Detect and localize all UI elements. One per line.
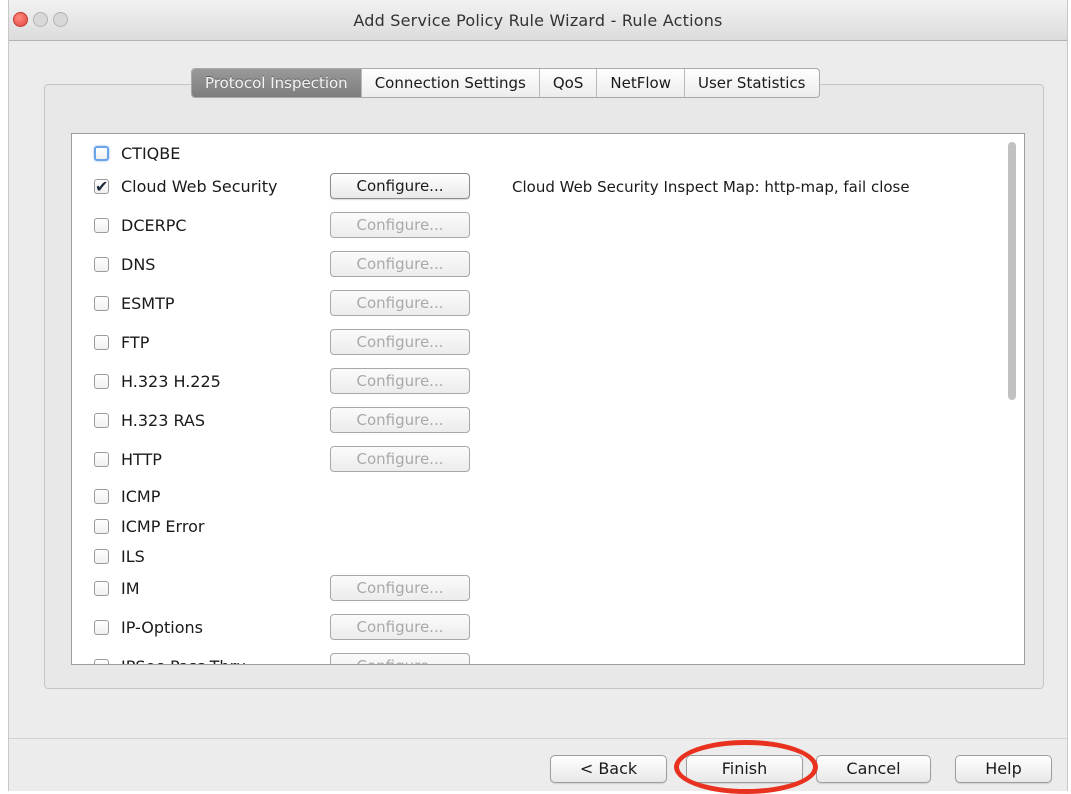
inspection-checkbox[interactable] xyxy=(94,257,109,272)
inspection-label: ICMP xyxy=(121,487,161,506)
inspection-checkbox[interactable] xyxy=(94,335,109,350)
inspection-checkbox[interactable] xyxy=(94,581,109,596)
inspection-label: DNS xyxy=(121,255,156,274)
tab-protocol-inspection[interactable]: Protocol Inspection xyxy=(192,69,361,97)
back-button[interactable]: < Back xyxy=(550,755,667,783)
inspection-checkbox[interactable] xyxy=(94,218,109,233)
inspection-row: H.323 RAS Configure... xyxy=(72,407,1024,437)
inspection-row: CTIQBE xyxy=(72,140,1024,170)
inspection-label: IPSec-Pass-Thru xyxy=(121,657,246,664)
inspection-row: DNS Configure... xyxy=(72,251,1024,281)
configure-button[interactable]: Configure... xyxy=(330,368,470,394)
configure-button[interactable]: Configure... xyxy=(330,614,470,640)
inspection-checkbox[interactable] xyxy=(94,620,109,635)
inspection-checkbox[interactable] xyxy=(94,374,109,389)
tab-user-statistics[interactable]: User Statistics xyxy=(683,69,819,97)
inspection-label: CTIQBE xyxy=(121,144,181,163)
inspection-label: ICMP Error xyxy=(121,517,205,536)
vertical-scrollbar-thumb[interactable] xyxy=(1008,142,1016,400)
inspection-label: DCERPC xyxy=(121,216,187,235)
inspection-row: IP-Options Configure... xyxy=(72,614,1024,644)
inspection-label: FTP xyxy=(121,333,150,352)
configure-button[interactable]: Configure... xyxy=(330,173,470,199)
inspection-label: ESMTP xyxy=(121,294,175,313)
configure-button[interactable]: Configure... xyxy=(330,329,470,355)
configure-button[interactable]: Configure... xyxy=(330,251,470,277)
inspection-row: ICMP xyxy=(72,483,1024,513)
button-bar-divider xyxy=(9,738,1067,739)
tab-connection-settings[interactable]: Connection Settings xyxy=(360,69,539,97)
configure-button[interactable]: Configure... xyxy=(330,653,470,664)
inspection-row: IM Configure... xyxy=(72,575,1024,605)
inspection-checkbox[interactable] xyxy=(94,452,109,467)
inspection-label: H.323 RAS xyxy=(121,411,206,430)
help-button[interactable]: Help xyxy=(955,755,1052,783)
tab-bar: Protocol Inspection Connection Settings … xyxy=(191,68,820,98)
inspection-row: IPSec-Pass-Thru Configure... xyxy=(72,653,1024,664)
tab-netflow[interactable]: NetFlow xyxy=(596,69,684,97)
inspection-label: HTTP xyxy=(121,450,162,469)
inspection-label: IP-Options xyxy=(121,618,203,637)
wizard-window: Add Service Policy Rule Wizard - Rule Ac… xyxy=(8,0,1068,794)
inspection-label: H.323 H.225 xyxy=(121,372,221,391)
inspection-checkbox[interactable] xyxy=(94,296,109,311)
cancel-button[interactable]: Cancel xyxy=(816,755,931,783)
inspection-checkbox[interactable] xyxy=(94,413,109,428)
inspection-label: Cloud Web Security xyxy=(121,177,278,196)
inspection-row: FTP Configure... xyxy=(72,329,1024,359)
inspection-checkbox[interactable] xyxy=(94,549,109,564)
configure-button[interactable]: Configure... xyxy=(330,407,470,433)
inspection-checkbox[interactable] xyxy=(94,659,109,664)
inspection-row: ICMP Error xyxy=(72,513,1024,543)
tab-qos[interactable]: QoS xyxy=(538,69,597,97)
inspection-row: ESMTP Configure... xyxy=(72,290,1024,320)
inspection-row: HTTP Configure... xyxy=(72,446,1024,476)
inspection-row: DCERPC Configure... xyxy=(72,212,1024,242)
inspection-label: ILS xyxy=(121,547,145,566)
inspection-checkbox[interactable] xyxy=(94,519,109,534)
inspection-list[interactable]: CTIQBE ✔ Cloud Web Security Configure... Clo… xyxy=(71,133,1025,665)
configure-button[interactable]: Configure... xyxy=(330,290,470,316)
inspection-label: IM xyxy=(121,579,140,598)
configure-button[interactable]: Configure... xyxy=(330,446,470,472)
inspection-row: H.323 H.225 Configure... xyxy=(72,368,1024,398)
configure-button[interactable]: Configure... xyxy=(330,575,470,601)
inspection-checkbox[interactable]: ✔ xyxy=(94,179,109,195)
inspection-row: ILS xyxy=(72,543,1024,573)
inspection-checkbox[interactable] xyxy=(94,489,109,504)
title-bar: Add Service Policy Rule Wizard - Rule Ac… xyxy=(9,0,1067,41)
inspection-row: ✔ Cloud Web Security Configure... Cloud Web… xyxy=(72,173,1024,203)
configure-button[interactable]: Configure... xyxy=(330,212,470,238)
inspection-checkbox[interactable] xyxy=(94,146,109,161)
inspect-map-description: Cloud Web Security Inspect Map: http-map… xyxy=(512,178,910,196)
finish-button[interactable]: Finish xyxy=(686,755,803,783)
window-title: Add Service Policy Rule Wizard - Rule Ac… xyxy=(353,11,723,30)
